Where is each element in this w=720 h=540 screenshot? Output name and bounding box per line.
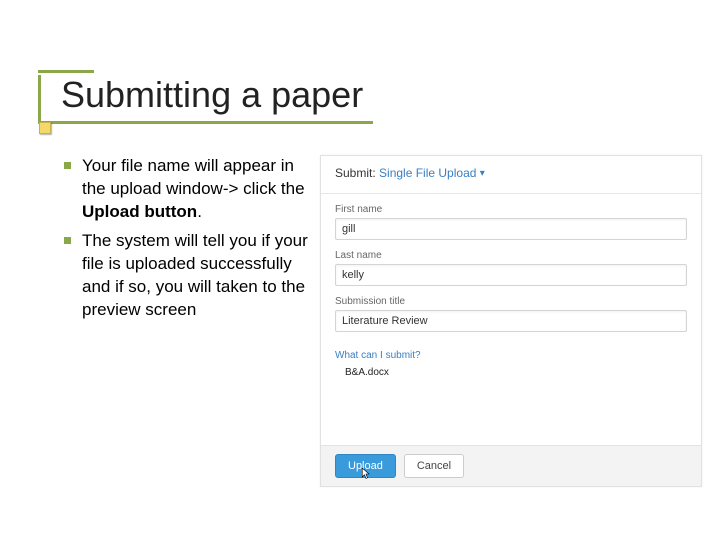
- divider: [321, 193, 701, 194]
- submission-title-input[interactable]: [335, 310, 687, 332]
- dialog-footer: Upload Cancel: [321, 445, 701, 486]
- title-corner-decoration: [39, 122, 51, 134]
- what-can-i-submit-link[interactable]: What can I submit?: [335, 350, 687, 361]
- title-rule: [38, 70, 94, 73]
- list-item: The system will tell you if your file is…: [60, 230, 312, 322]
- lastname-label: Last name: [335, 250, 687, 261]
- submit-mode-dropdown[interactable]: Single File Upload ▾: [379, 166, 485, 180]
- bullet-list: Your file name will appear in the upload…: [60, 155, 312, 328]
- title-box: Submitting a paper: [38, 75, 373, 124]
- submission-title-label: Submission title: [335, 296, 687, 307]
- firstname-label: First name: [335, 204, 687, 215]
- page-title: Submitting a paper: [61, 75, 363, 115]
- cancel-button[interactable]: Cancel: [404, 454, 464, 478]
- bullet-text: Your file name will appear in the upload…: [82, 156, 305, 221]
- submit-label: Submit:: [335, 166, 376, 180]
- selected-file-name: B&A.docx: [345, 367, 687, 378]
- bullet-icon: [64, 162, 71, 169]
- title-block: Submitting a paper: [38, 70, 373, 124]
- bullet-text: The system will tell you if your file is…: [82, 231, 308, 319]
- bullet-icon: [64, 237, 71, 244]
- dialog-header: Submit: Single File Upload ▾: [335, 164, 687, 183]
- upload-dialog-screenshot: Submit: Single File Upload ▾ First name …: [320, 155, 702, 487]
- slide: Submitting a paper Your file name will a…: [0, 0, 720, 540]
- list-item: Your file name will appear in the upload…: [60, 155, 312, 224]
- firstname-input[interactable]: [335, 218, 687, 240]
- lastname-input[interactable]: [335, 264, 687, 286]
- cursor-icon: [361, 468, 371, 480]
- chevron-down-icon: ▾: [480, 165, 485, 183]
- upload-button[interactable]: Upload: [335, 454, 396, 478]
